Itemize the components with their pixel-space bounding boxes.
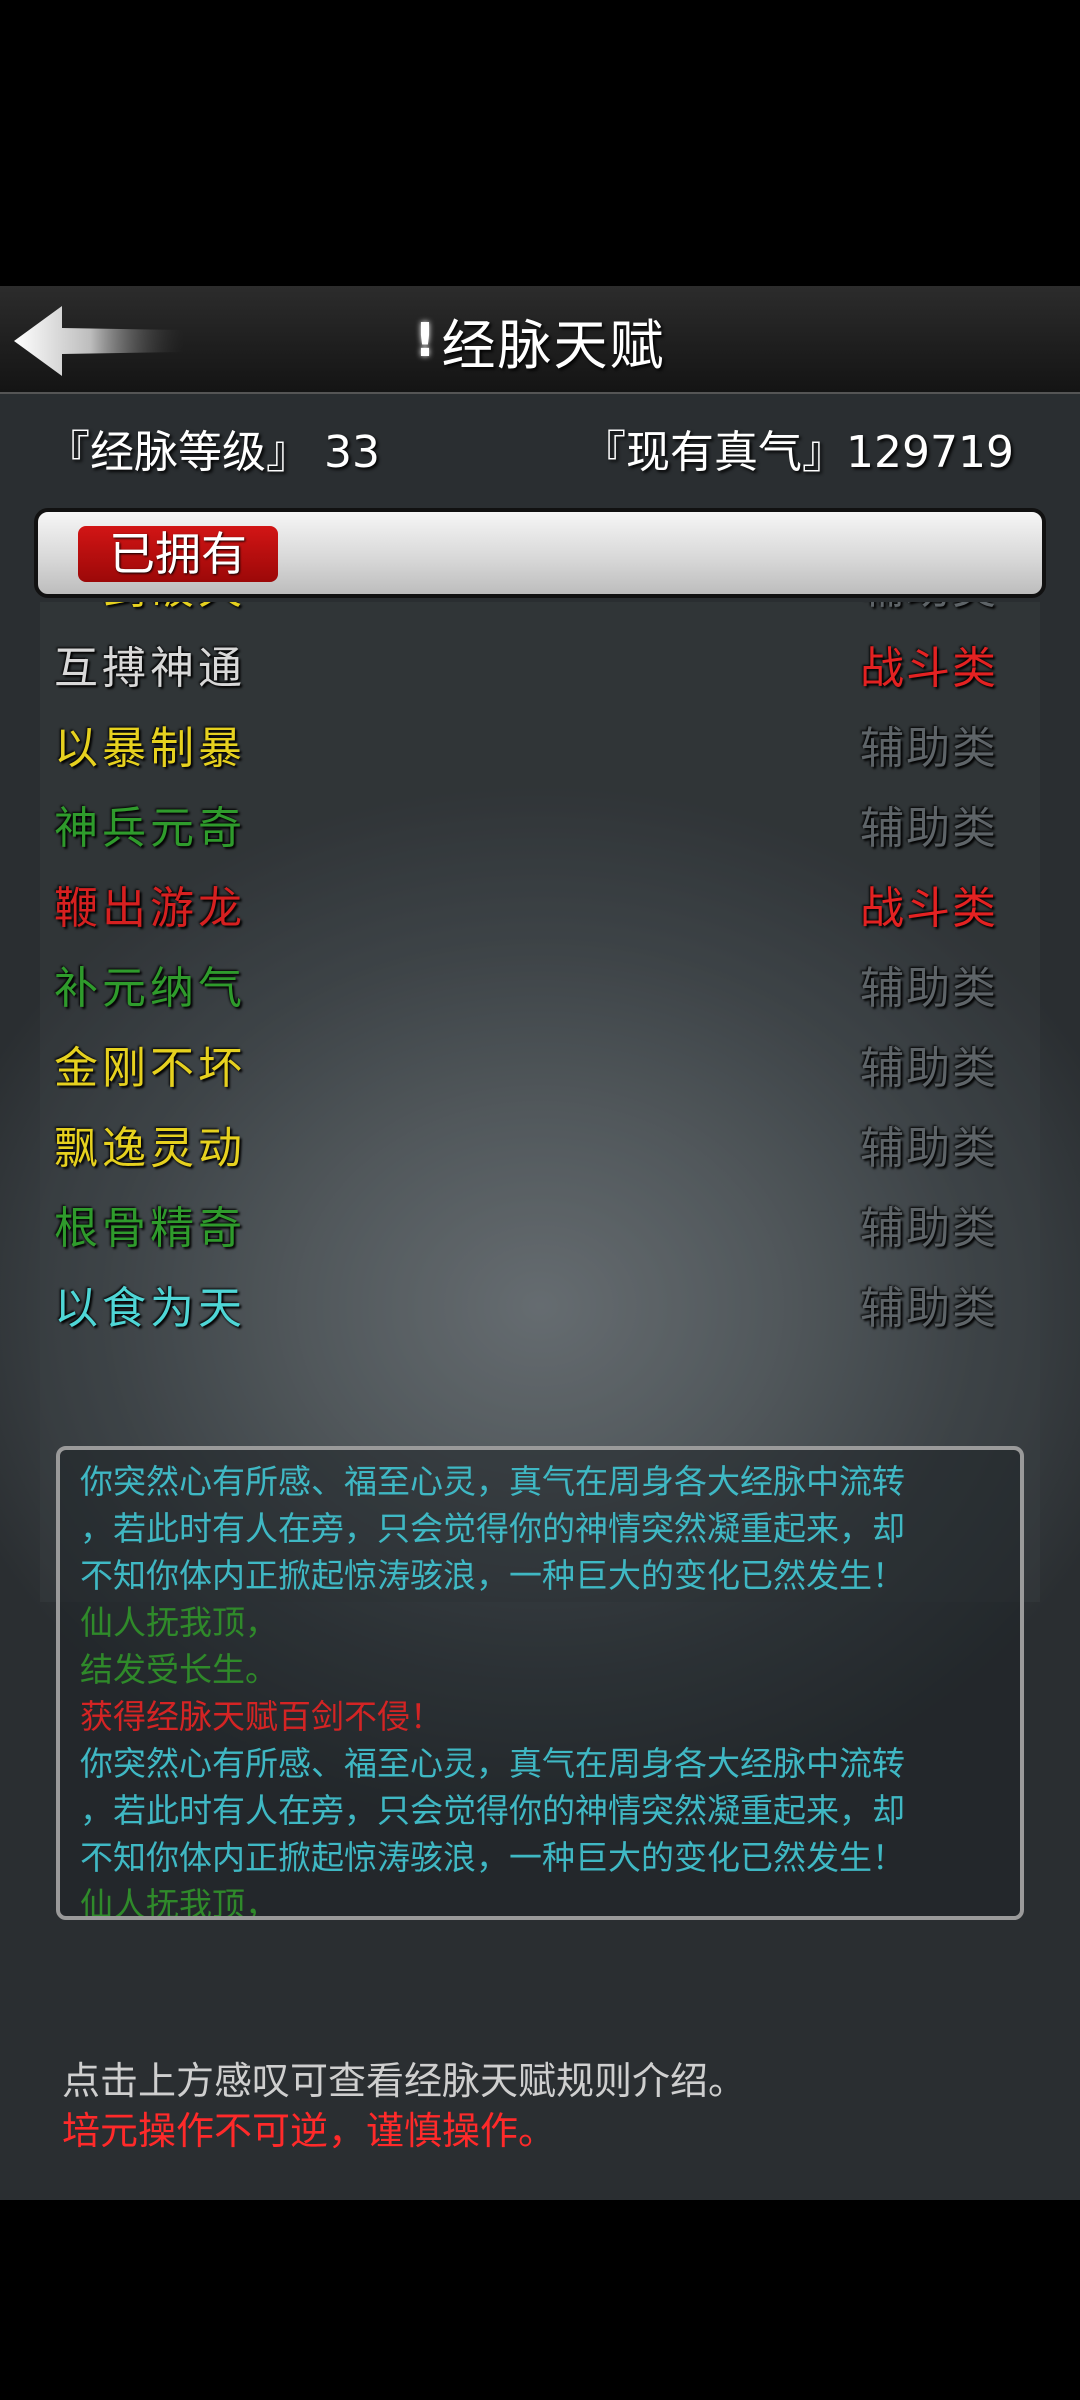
- talent-row[interactable]: 互搏神通 战斗类: [40, 622, 1040, 702]
- talent-category: 辅助类: [860, 1123, 998, 1174]
- talent-category: 辅助类: [860, 1203, 998, 1254]
- talent-name: 飘逸灵动: [54, 1123, 246, 1174]
- current-qi: 『现有真气』129719: [582, 427, 1014, 478]
- meridian-level: 『经脉等级』 33: [46, 427, 380, 478]
- talent-category: 战斗类: [860, 883, 998, 934]
- footer-notes: 点击上方感叹可查看经脉天赋规则介绍。 培元操作不可逆，谨慎操作。: [62, 2056, 1042, 2156]
- talent-category: 辅助类: [860, 1043, 998, 1094]
- talent-row[interactable]: 根骨精奇 辅助类: [40, 1182, 1040, 1262]
- talent-category: 辅助类: [860, 963, 998, 1014]
- talent-category: 战斗类: [860, 643, 998, 694]
- talent-category: 辅助类: [860, 1283, 998, 1334]
- talent-name: 鞭出游龙: [54, 883, 246, 934]
- log-line: ，若此时有人在旁，只会觉得你的神情突然凝重起来，却: [80, 1791, 905, 1830]
- talent-name: 根骨精奇: [54, 1203, 246, 1254]
- talent-category: 辅助类: [860, 723, 998, 774]
- rules-hint-text: 点击上方感叹可查看经脉天赋规则介绍。: [62, 2059, 747, 2103]
- warning-text: 培元操作不可逆，谨慎操作。: [62, 2109, 557, 2153]
- header-bar: ! 经脉天赋: [0, 286, 1080, 394]
- log-line: 仙人抚我顶，: [80, 1885, 278, 1920]
- log-line: ，若此时有人在旁，只会觉得你的神情突然凝重起来，却: [80, 1509, 905, 1548]
- page-title: 经脉天赋: [441, 313, 666, 377]
- talent-screen: ! 经脉天赋 『经脉等级』 33 『现有真气』129719 已拥有 一剑破天辅助…: [0, 286, 1080, 2200]
- log-line: 你突然心有所感、福至心灵，真气在周身各大经脉中流转: [80, 1462, 905, 1501]
- event-log[interactable]: 你突然心有所感、福至心灵，真气在周身各大经脉中流转 ，若此时有人在旁，只会觉得你的…: [56, 1446, 1024, 1920]
- talent-name: 以暴制暴: [54, 723, 246, 774]
- talent-name: 神兵元奇: [54, 803, 246, 854]
- stats-row: 『经脉等级』 33 『现有真气』129719: [0, 416, 1080, 486]
- log-line: 你突然心有所感、福至心灵，真气在周身各大经脉中流转: [80, 1744, 905, 1783]
- talent-row[interactable]: 鞭出游龙 战斗类: [40, 862, 1040, 942]
- tab-bar: 已拥有: [34, 508, 1046, 598]
- log-line: 获得经脉天赋百剑不侵！: [80, 1697, 443, 1736]
- log-line: 不知你体内正掀起惊涛骇浪，一种巨大的变化已然发生！: [80, 1838, 905, 1877]
- talent-name: 一剑破天: [54, 602, 246, 616]
- talent-row[interactable]: 金刚不坏 辅助类: [40, 1022, 1040, 1102]
- log-line: 结发受长生。: [80, 1650, 278, 1689]
- talent-row[interactable]: 以暴制暴 辅助类: [40, 702, 1040, 782]
- log-line: 仙人抚我顶，: [80, 1603, 278, 1642]
- talent-row[interactable]: 一剑破天 辅助类: [40, 602, 1040, 622]
- talent-row[interactable]: 补元纳气 辅助类: [40, 942, 1040, 1022]
- talent-row[interactable]: 神兵元奇 辅助类: [40, 782, 1040, 862]
- talent-category: 辅助类: [860, 803, 998, 854]
- talent-name: 互搏神通: [54, 643, 246, 694]
- talent-name: 补元纳气: [54, 963, 246, 1014]
- talent-row[interactable]: 以食为天 辅助类: [40, 1262, 1040, 1342]
- talent-category: 辅助类: [860, 602, 998, 616]
- talent-name: 以食为天: [54, 1283, 246, 1334]
- talent-row[interactable]: 飘逸灵动 辅助类: [40, 1102, 1040, 1182]
- log-line: 不知你体内正掀起惊涛骇浪，一种巨大的变化已然发生！: [80, 1556, 905, 1595]
- talent-name: 金刚不坏: [54, 1043, 246, 1094]
- tab-owned[interactable]: 已拥有: [78, 526, 278, 582]
- rules-info-icon[interactable]: !: [415, 313, 436, 367]
